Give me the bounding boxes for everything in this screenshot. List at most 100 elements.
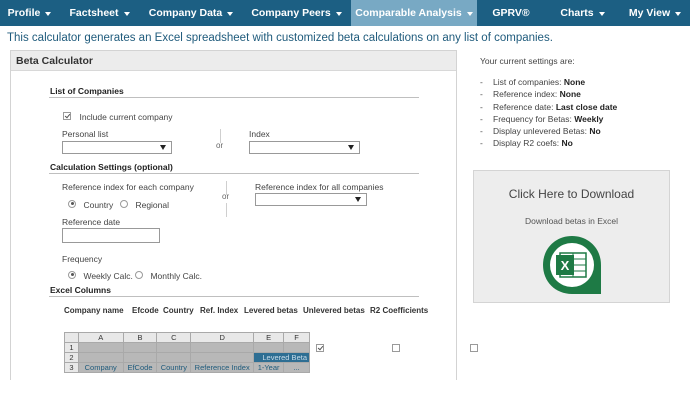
nav-company-peers[interactable]: Company Peers — [242, 0, 351, 26]
radio-weekly-row: Weekly Calc. — [68, 266, 133, 284]
excel-cell: ... — [283, 362, 310, 373]
nav-label: My View — [628, 7, 671, 19]
excel-icon-letter: X — [561, 258, 570, 273]
settings-item-label: Display R2 coefs: — [493, 138, 562, 149]
include-current-row: Include current company — [63, 107, 173, 125]
radio-weekly[interactable] — [68, 270, 76, 279]
settings-item-value: No — [589, 126, 601, 137]
excel-col-letter: E — [253, 332, 285, 343]
settings-item-value: None — [559, 89, 581, 100]
settings-item: - Display unlevered Betas: No — [480, 126, 601, 137]
settings-title: Your current settings are: — [480, 56, 575, 66]
settings-list: - List of companies: None - Reference inde… — [480, 77, 617, 151]
nav-my-view[interactable]: My View — [620, 0, 690, 26]
nav-company-data[interactable]: Company Data — [140, 0, 242, 26]
nav-comparable-analysis[interactable]: Comparable Analysis — [351, 0, 477, 26]
radio-country-row: Country — [68, 195, 113, 213]
col-check-unlevered-betas[interactable] — [392, 343, 401, 352]
excel-cell — [190, 352, 255, 363]
radio-country[interactable] — [68, 199, 76, 208]
settings-item: - List of companies: None — [480, 77, 586, 87]
nav-label: Profile — [7, 7, 41, 19]
excel-row-number: 3 — [64, 362, 79, 373]
download-button[interactable]: Click Here to Download Download betas in… — [473, 170, 670, 303]
chevron-down-icon — [45, 12, 52, 16]
settings-item-label: List of companies: — [493, 77, 564, 87]
intro-text: This calculator generates an Excel sprea… — [7, 32, 553, 44]
col-check-levered-betas[interactable] — [315, 343, 324, 352]
excel-cell: Country — [156, 362, 192, 373]
or-label: or — [216, 141, 224, 150]
radio-regional-label: Regional — [135, 200, 170, 210]
col-head-company-name: Company name — [64, 306, 124, 315]
radio-monthly-row: Monthly Calc. — [135, 266, 202, 284]
excel-col-letter: C — [156, 332, 192, 343]
section-calculation-settings: Calculation Settings (optional) — [50, 162, 173, 172]
chevron-down-icon — [466, 12, 473, 16]
radio-monthly[interactable] — [135, 270, 143, 279]
download-title: Click Here to Download — [508, 187, 635, 201]
index-label: Index — [249, 129, 270, 139]
nav-label: Company Peers — [251, 7, 331, 19]
chevron-down-icon — [598, 12, 605, 16]
excel-cell: 1-Year — [253, 362, 285, 373]
settings-item-label: Reference index: — [493, 89, 560, 100]
radio-regional[interactable] — [120, 199, 128, 208]
nav-gprv[interactable]: GPRV® — [477, 0, 545, 26]
nav-profile[interactable]: Profile — [0, 0, 59, 26]
settings-item: - Frequency for Betas: Weekly — [480, 113, 604, 124]
excel-row: 2 Levered Beta — [64, 352, 310, 363]
excel-row-number: 2 — [64, 352, 79, 363]
ref-all-select[interactable] — [255, 193, 367, 206]
section-list-of-companies: List of Companies — [50, 86, 124, 96]
excel-levered-beta-header: Levered Beta — [253, 352, 310, 363]
personal-list-label: Personal list — [62, 129, 109, 139]
col-head-r2-coefficients: R2 Coefficients — [370, 306, 429, 315]
nav-label: GPRV® — [492, 7, 530, 19]
nav-charts[interactable]: Charts — [545, 0, 620, 26]
settings-item-label: Reference date: — [493, 101, 556, 112]
excel-corner-cell — [64, 332, 79, 343]
col-head-efcode: Efcode — [132, 306, 159, 315]
dropdown-arrow-icon — [355, 197, 361, 202]
ref-date-input[interactable] — [62, 228, 160, 243]
section-excel-columns: Excel Columns — [50, 285, 111, 295]
download-subtitle: Download betas in Excel — [524, 216, 619, 226]
frequency-label: Frequency — [62, 254, 103, 264]
section-divider — [49, 173, 419, 174]
col-head-ref-index: Ref. Index — [200, 306, 239, 315]
settings-item-value: Last close date — [555, 101, 618, 112]
or-label: or — [222, 192, 230, 201]
nav-factsheet[interactable]: Factsheet — [59, 0, 140, 26]
ref-all-label: Reference index for all companies — [255, 182, 384, 192]
radio-regional-row: Regional — [120, 195, 169, 213]
excel-preview: A B C D E F 1 2 Levered Beta 3 Company E… — [64, 332, 310, 373]
excel-cell — [156, 352, 192, 363]
settings-item-value: None — [563, 77, 586, 87]
excel-cell — [156, 342, 192, 353]
excel-row: 1 — [64, 342, 310, 353]
excel-cell — [190, 342, 255, 353]
settings-item-label: Frequency for Betas: — [493, 113, 575, 124]
personal-list-select[interactable] — [62, 141, 172, 154]
dropdown-arrow-icon — [348, 145, 354, 150]
settings-item-value: No — [561, 138, 573, 149]
chevron-down-icon — [227, 12, 234, 16]
radio-weekly-label: Weekly Calc. — [83, 271, 133, 281]
section-divider — [49, 296, 419, 297]
include-current-checkbox[interactable] — [63, 111, 71, 120]
excel-cell: EfCode — [122, 362, 158, 373]
excel-cell — [77, 342, 124, 353]
excel-col-letter: B — [122, 332, 158, 343]
settings-item-value: Weekly — [574, 113, 604, 124]
index-select[interactable] — [249, 141, 360, 154]
col-check-r2-coefficients[interactable] — [469, 343, 478, 352]
settings-item-label: Display unlevered Betas: — [493, 126, 590, 137]
col-head-levered-betas: Levered betas — [244, 306, 298, 315]
excel-cell — [283, 342, 310, 353]
excel-row-number: 1 — [64, 342, 79, 353]
chevron-down-icon — [675, 12, 682, 16]
excel-header-row: A B C D E F — [64, 332, 310, 343]
excel-icon: X — [543, 236, 601, 294]
include-current-label: Include current company — [79, 112, 173, 122]
